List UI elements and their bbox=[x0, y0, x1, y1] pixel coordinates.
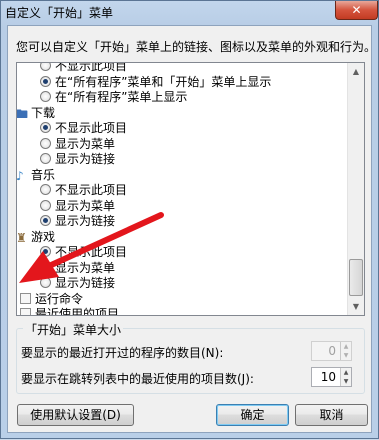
option-label: 不显示此项目 bbox=[55, 183, 128, 197]
radio-option[interactable]: 显示为链接 bbox=[17, 152, 349, 168]
ok-button[interactable]: 确定 bbox=[216, 404, 289, 426]
checkbox-option[interactable]: 最近使用的项目 bbox=[17, 307, 349, 316]
radio-option[interactable]: 显示为链接 bbox=[17, 214, 349, 230]
checkbox-option[interactable]: 运行命令 bbox=[17, 292, 349, 308]
radio-button[interactable] bbox=[40, 246, 51, 257]
customize-start-menu-dialog: 自定义「开始」菜单 ✕ 您可以自定义「开始」菜单上的链接、图标以及菜单的外观和行… bbox=[0, 0, 379, 439]
recent-programs-label: 要显示的最近打开过的程序的数目(N): bbox=[21, 346, 224, 360]
category-header: ♪ 音乐 bbox=[17, 168, 349, 184]
jump-list-spinner[interactable]: 10 ▲ ▼ bbox=[311, 367, 352, 387]
options-listbox[interactable]: 不显示此项目 在“所有程序”菜单和「开始」菜单上显示 在“所有程序”菜单上显示 🖿 下载… bbox=[16, 62, 365, 316]
use-default-settings-button[interactable]: 使用默认设置(D) bbox=[17, 404, 134, 426]
radio-option[interactable]: 显示为菜单 bbox=[17, 199, 349, 215]
cancel-button[interactable]: 取消 bbox=[295, 404, 368, 426]
dialog-title: 自定义「开始」菜单 bbox=[5, 6, 114, 20]
radio-button[interactable] bbox=[40, 137, 51, 149]
radio-button[interactable] bbox=[40, 277, 51, 288]
recent-programs-spinner[interactable]: 0 ▲ ▼ bbox=[311, 341, 352, 361]
scrollbar-thumb[interactable] bbox=[349, 259, 363, 296]
radio-option[interactable]: 显示为链接 bbox=[17, 276, 349, 292]
radio-option[interactable]: 显示为菜单 bbox=[17, 261, 349, 277]
menu-size-group: 「开始」菜单大小 要显示的最近打开过的程序的数目(N): 0 ▲ ▼ 要显示在跳转… bbox=[16, 321, 365, 394]
radio-button[interactable] bbox=[40, 91, 51, 102]
option-label: 显示为菜单 bbox=[55, 260, 116, 275]
radio-button[interactable] bbox=[40, 184, 51, 195]
music-icon: ♪ bbox=[16, 168, 24, 183]
radio-option[interactable]: 显示为菜单 bbox=[17, 137, 349, 153]
option-label: 在“所有程序”菜单和「开始」菜单上显示 bbox=[55, 74, 272, 89]
spin-down-icon[interactable]: ▼ bbox=[341, 377, 351, 386]
spin-down-icon[interactable]: ▼ bbox=[341, 351, 351, 360]
scroll-up-icon[interactable]: ▲ bbox=[348, 63, 364, 80]
scroll-down-icon[interactable]: ▼ bbox=[348, 298, 364, 315]
option-label: 显示为链接 bbox=[55, 276, 116, 290]
radio-button[interactable] bbox=[40, 63, 51, 71]
option-label: 不显示此项目 bbox=[55, 121, 128, 135]
option-label: 不显示此项目 bbox=[55, 245, 128, 259]
radio-button[interactable] bbox=[40, 199, 51, 211]
checkbox[interactable] bbox=[20, 308, 31, 315]
radio-option[interactable]: 在“所有程序”菜单上显示 bbox=[17, 90, 349, 106]
category-label: 音乐 bbox=[31, 167, 56, 182]
category-header: ♜ 游戏 bbox=[17, 230, 349, 246]
option-label: 最近使用的项目 bbox=[35, 307, 120, 316]
checkbox[interactable] bbox=[20, 292, 31, 304]
intro-text: 您可以自定义「开始」菜单上的链接、图标以及菜单的外观和行为。 bbox=[16, 40, 377, 54]
category-label: 下载 bbox=[31, 105, 56, 120]
category-header: 🖿 下载 bbox=[17, 106, 349, 122]
radio-button[interactable] bbox=[40, 75, 51, 87]
radio-option[interactable]: 在“所有程序”菜单和「开始」菜单上显示 bbox=[17, 75, 349, 91]
jump-list-value: 10 bbox=[320, 370, 336, 384]
spin-up-icon[interactable]: ▲ bbox=[341, 342, 351, 351]
category-label: 游戏 bbox=[31, 229, 56, 244]
menu-size-legend: 「开始」菜单大小 bbox=[23, 321, 124, 338]
option-label: 显示为链接 bbox=[55, 214, 116, 228]
close-button[interactable]: ✕ bbox=[335, 1, 378, 20]
radio-option[interactable]: 不显示此项目 bbox=[17, 245, 349, 261]
option-label: 运行命令 bbox=[35, 291, 84, 306]
radio-button[interactable] bbox=[40, 215, 51, 226]
radio-button[interactable] bbox=[40, 153, 51, 164]
option-label: 显示为菜单 bbox=[55, 136, 116, 151]
option-label: 在“所有程序”菜单上显示 bbox=[55, 90, 188, 104]
radio-button[interactable] bbox=[40, 122, 51, 133]
folder-icon: 🖿 bbox=[16, 106, 29, 121]
radio-option[interactable]: 不显示此项目 bbox=[17, 62, 349, 75]
option-label: 显示为菜单 bbox=[55, 198, 116, 213]
game-icon: ♜ bbox=[16, 230, 27, 245]
radio-option[interactable]: 不显示此项目 bbox=[17, 121, 349, 137]
recent-programs-value: 0 bbox=[328, 344, 336, 358]
jump-list-label: 要显示在跳转列表中的最近使用的项目数(J): bbox=[21, 372, 254, 386]
option-label: 不显示此项目 bbox=[55, 62, 128, 73]
options-list: 不显示此项目 在“所有程序”菜单和「开始」菜单上显示 在“所有程序”菜单上显示 🖿 下载… bbox=[17, 62, 349, 316]
vertical-scrollbar[interactable]: ▲ ▼ bbox=[347, 63, 364, 315]
radio-button[interactable] bbox=[40, 261, 51, 273]
spin-up-icon[interactable]: ▲ bbox=[341, 368, 351, 377]
dialog-body: 您可以自定义「开始」菜单上的链接、图标以及菜单的外观和行为。 不显示此项目 在“所… bbox=[7, 25, 377, 433]
option-label: 显示为链接 bbox=[55, 152, 116, 166]
title-bar[interactable]: 自定义「开始」菜单 ✕ bbox=[1, 1, 378, 25]
radio-option[interactable]: 不显示此项目 bbox=[17, 183, 349, 199]
